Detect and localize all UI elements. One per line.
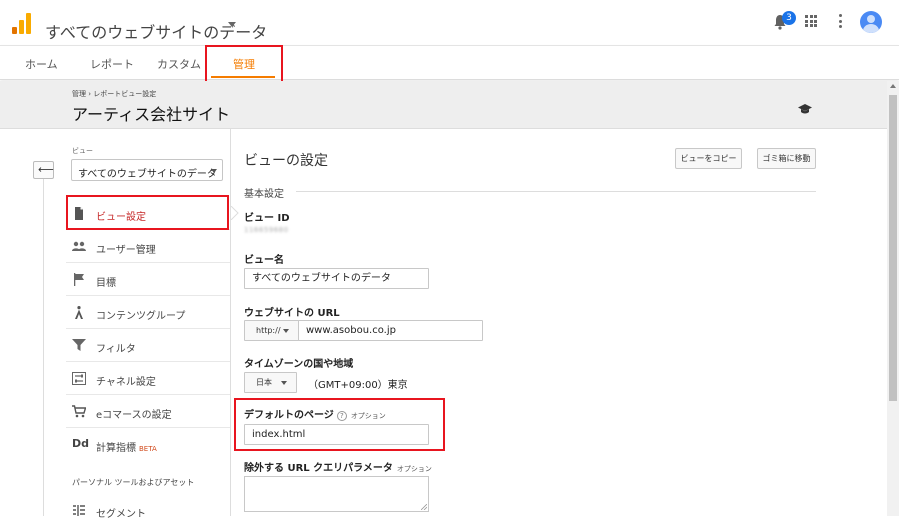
top-bar: すべてのウェブサイトのデータ 3 — [0, 0, 899, 45]
website-url-label: ウェブサイトの URL — [244, 308, 340, 319]
chevron-down-icon — [211, 169, 217, 173]
breadcrumb[interactable]: 管理 › レポートビュー設定 — [72, 89, 156, 99]
sidebar-item-label: セグメント — [96, 509, 146, 520]
channel-settings-icon — [72, 372, 86, 385]
graduation-cap-icon[interactable] — [798, 104, 812, 114]
view-id-label: ビュー ID — [244, 213, 290, 224]
move-to-trash-button[interactable]: ゴミ箱に移動 — [757, 148, 816, 169]
sidebar-item-label: ユーザー管理 — [96, 245, 156, 256]
left-rail-line — [43, 175, 44, 516]
tab-custom[interactable]: カスタム — [157, 56, 201, 72]
copy-view-button[interactable]: ビューをコピー — [675, 148, 742, 169]
account-avatar-icon[interactable] — [860, 11, 882, 33]
highlight-view-settings — [66, 195, 229, 230]
country-dropdown[interactable]: 日本 — [244, 372, 297, 393]
column-divider — [230, 129, 231, 516]
sidebar-item-ecommerce-settings[interactable]: eコマースの設定 — [66, 395, 230, 428]
shopping-cart-icon — [72, 405, 86, 418]
scrollbar-thumb[interactable] — [889, 95, 897, 401]
notification-badge: 3 — [782, 11, 796, 25]
timezone-label: タイムゾーンの国や地域 — [244, 359, 354, 370]
sidebar-item-label: 計算指標 BETA — [96, 443, 157, 454]
resize-grip-icon[interactable] — [421, 504, 427, 510]
nav-pointer-icon — [231, 206, 239, 220]
walking-person-icon — [75, 306, 83, 319]
divider — [296, 191, 816, 192]
tab-home[interactable]: ホーム — [25, 56, 58, 72]
basic-settings-heading: 基本設定 — [244, 189, 284, 200]
view-name-input[interactable]: すべてのウェブサイトのデータ — [244, 268, 429, 289]
dd-icon: Dd — [72, 437, 90, 450]
chevron-down-icon — [283, 329, 289, 333]
back-button[interactable]: ⟵ — [33, 161, 54, 179]
sidebar-item-label: チャネル設定 — [96, 377, 156, 388]
protocol-dropdown[interactable]: http:// — [244, 320, 299, 341]
analytics-logo-icon[interactable] — [12, 12, 32, 34]
view-selector-label: ビュー — [72, 147, 93, 155]
account-dropdown-icon[interactable] — [228, 22, 236, 27]
view-selector[interactable]: すべてのウェブサイトのデータ — [71, 159, 223, 181]
view-id-value: 116659680 — [244, 226, 289, 234]
more-vert-icon[interactable] — [838, 14, 842, 28]
timezone-value[interactable]: （GMT+09:00）東京 — [308, 376, 408, 391]
optional-tag: オプション — [396, 465, 432, 473]
view-name-label: ビュー名 — [244, 255, 284, 266]
sidebar-item-label: 目標 — [96, 278, 116, 289]
section-personal-tools: パーソナル ツールおよびアセット — [72, 478, 195, 487]
exclude-params-textarea[interactable] — [244, 476, 429, 512]
sidebar-item-channel-settings[interactable]: チャネル設定 — [66, 362, 230, 395]
view-selector-value: すべてのウェブサイトのデータ — [78, 169, 217, 180]
tab-reports[interactable]: レポート — [90, 56, 134, 72]
sidebar-item-content-grouping[interactable]: コンテンツグループ — [66, 296, 230, 329]
back-arrow-icon: ⟵ — [38, 163, 54, 176]
apps-grid-icon[interactable] — [805, 15, 817, 27]
page-title: アーティス会社サイト — [72, 105, 231, 124]
highlight-default-page — [234, 398, 445, 451]
flag-icon — [74, 273, 84, 286]
filter-icon — [72, 339, 86, 351]
protocol-value: http:// — [256, 326, 281, 335]
sidebar-item-calculated-metrics[interactable]: Dd 計算指標 BETA — [66, 428, 230, 461]
people-icon — [72, 241, 86, 251]
sidebar-item-label: フィルタ — [96, 344, 136, 355]
chevron-down-icon — [281, 381, 287, 385]
sidebar-item-user-management[interactable]: ユーザー管理 — [66, 230, 230, 263]
sidebar-item-segments[interactable]: セグメント — [66, 494, 230, 527]
highlight-admin-tab — [205, 45, 283, 85]
sidebar-item-goals[interactable]: 目標 — [66, 263, 230, 296]
sidebar-item-label: eコマースの設定 — [96, 410, 172, 421]
scroll-up-icon[interactable] — [890, 84, 896, 88]
segment-icon — [73, 505, 85, 516]
country-value: 日本 — [256, 378, 272, 387]
beta-badge: BETA — [139, 445, 157, 453]
exclude-params-label: 除外する URL クエリパラメータ オプション — [244, 463, 432, 474]
section-title: ビューの設定 — [244, 153, 328, 169]
website-url-input[interactable]: www.asobou.co.jp — [298, 320, 483, 341]
sidebar-item-filters[interactable]: フィルタ — [66, 329, 230, 362]
main-tabs: ホーム レポート カスタム 管理 — [0, 45, 899, 80]
sidebar-item-label: コンテンツグループ — [96, 311, 186, 322]
